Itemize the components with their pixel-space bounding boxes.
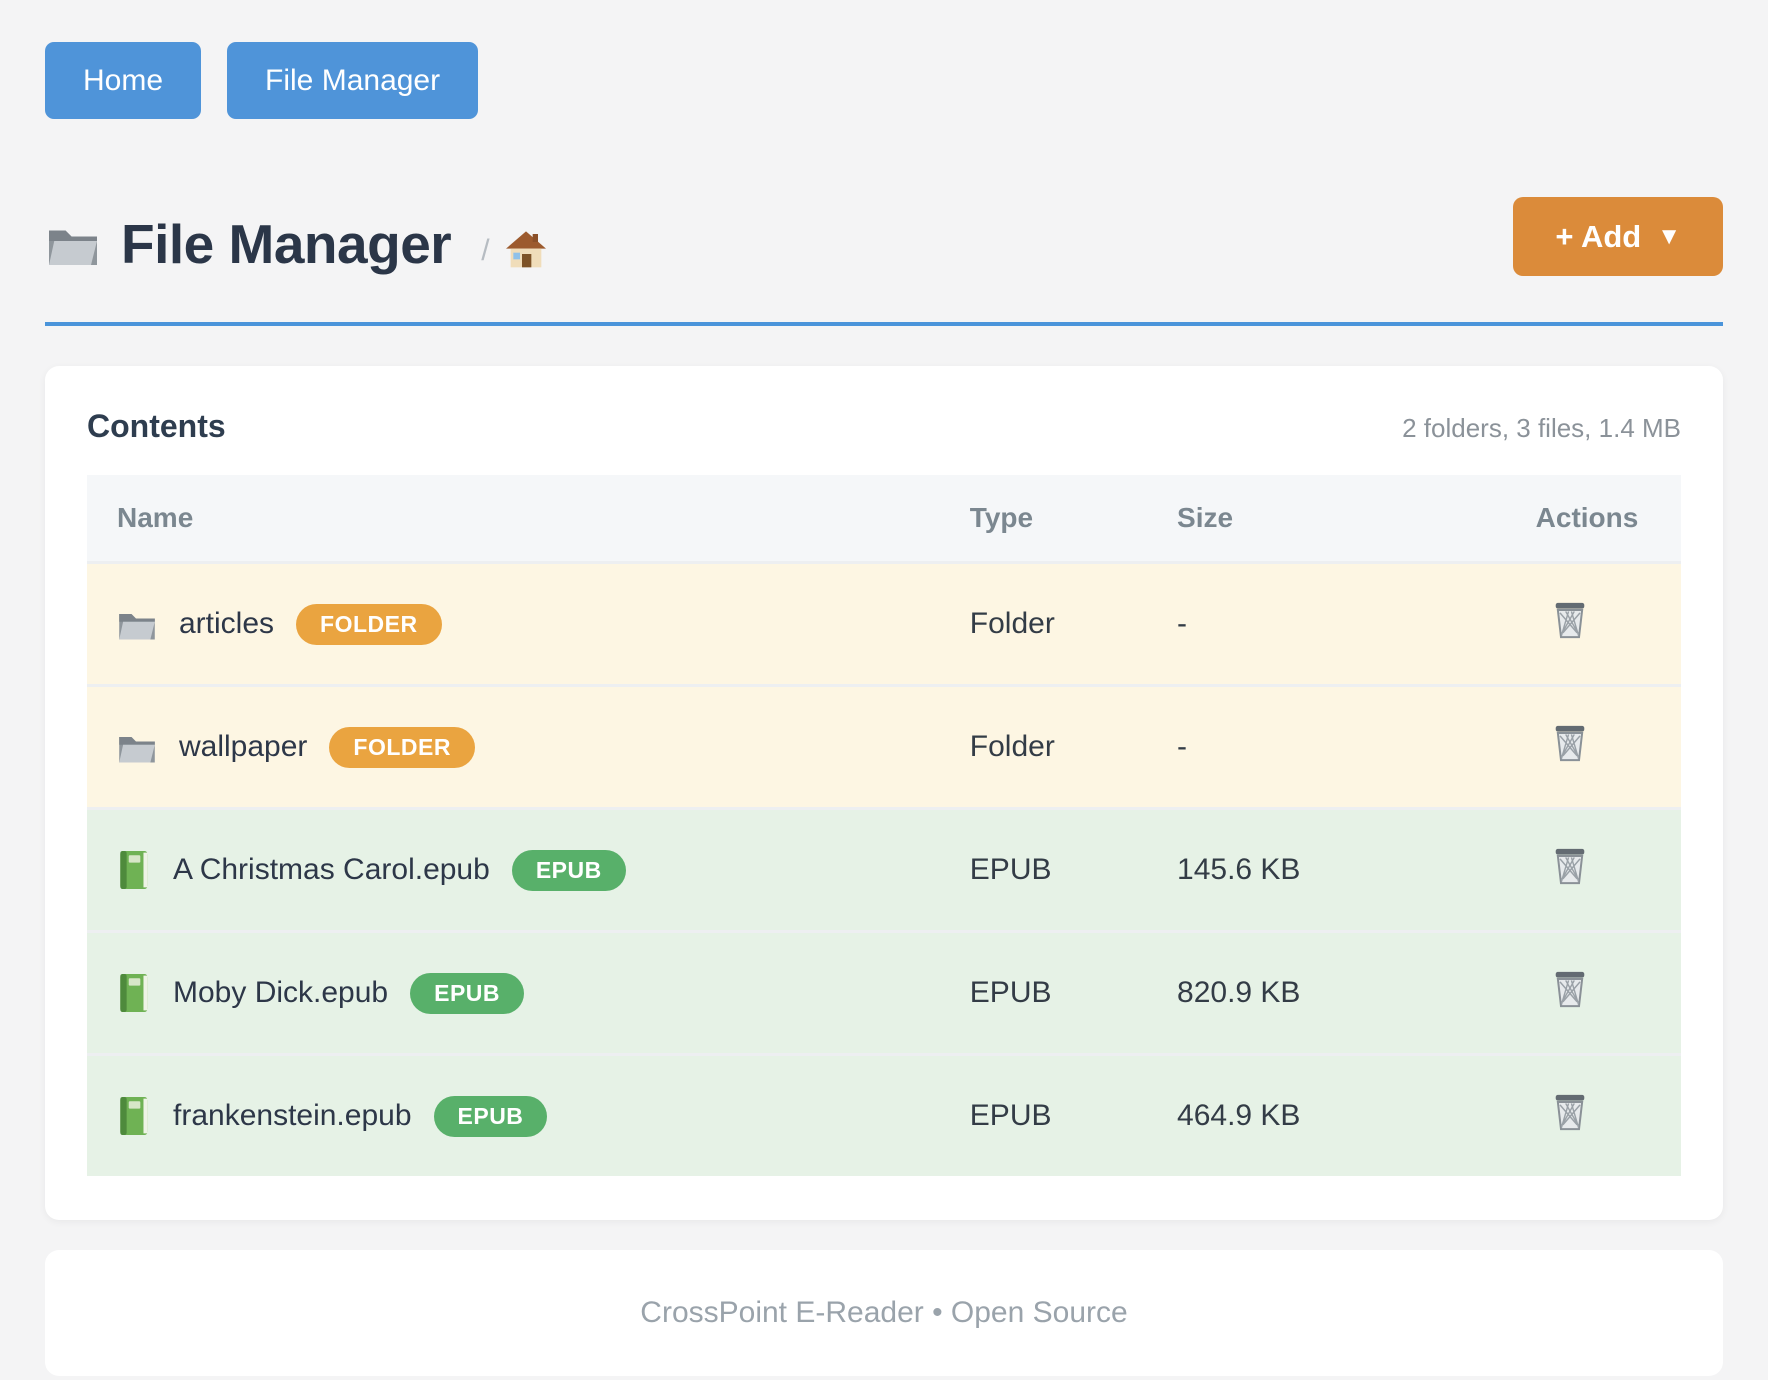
column-header-name: Name — [87, 475, 940, 563]
epub-badge: EPUB — [512, 850, 626, 891]
file-link-frankenstein[interactable]: frankenstein.epub EPUB — [117, 1096, 940, 1137]
delete-button[interactable] — [1552, 969, 1588, 1009]
delete-button[interactable] — [1552, 1092, 1588, 1132]
item-name: A Christmas Carol.epub — [173, 853, 490, 887]
file-manager-page: Home File Manager File Manager / + Add ▼… — [0, 0, 1768, 1376]
table-row-wallpaper: wallpaper FOLDER Folder - — [87, 686, 1681, 809]
item-size: 464.9 KB — [1147, 1055, 1506, 1177]
add-button-label: + Add — [1555, 219, 1641, 255]
trash-icon — [1552, 846, 1588, 886]
file-manager-button[interactable]: File Manager — [227, 42, 478, 119]
trash-icon — [1552, 969, 1588, 1009]
table-row-frankenstein: frankenstein.epub EPUB EPUB 464.9 KB — [87, 1055, 1681, 1177]
folder-icon — [117, 729, 157, 765]
file-table: Name Type Size Actions articles FOLDER — [87, 475, 1681, 1176]
item-name: frankenstein.epub — [173, 1099, 412, 1133]
epub-badge: EPUB — [434, 1096, 548, 1137]
breadcrumb-separator: / — [481, 234, 489, 268]
item-name: Moby Dick.epub — [173, 976, 388, 1010]
column-header-size: Size — [1147, 475, 1506, 563]
column-header-type: Type — [940, 475, 1147, 563]
item-type: EPUB — [940, 932, 1147, 1055]
header-divider — [45, 322, 1723, 326]
item-size: 820.9 KB — [1147, 932, 1506, 1055]
item-size: 145.6 KB — [1147, 809, 1506, 932]
table-row-christmas-carol: A Christmas Carol.epub EPUB EPUB 145.6 K… — [87, 809, 1681, 932]
folder-badge: FOLDER — [296, 604, 442, 645]
item-name: wallpaper — [179, 730, 307, 764]
chevron-down-icon: ▼ — [1657, 223, 1681, 251]
page-header: File Manager / + Add ▼ — [45, 211, 1723, 276]
folder-icon — [45, 220, 101, 268]
top-nav: Home File Manager — [45, 42, 1723, 119]
trash-icon — [1552, 600, 1588, 640]
delete-button[interactable] — [1552, 600, 1588, 640]
trash-icon — [1552, 723, 1588, 763]
table-row-moby-dick: Moby Dick.epub EPUB EPUB 820.9 KB — [87, 932, 1681, 1055]
folder-link-articles[interactable]: articles FOLDER — [117, 604, 940, 645]
file-table-header: Name Type Size Actions — [87, 475, 1681, 563]
book-icon — [117, 973, 151, 1013]
folder-icon — [117, 606, 157, 642]
home-button[interactable]: Home — [45, 42, 201, 119]
contents-summary: 2 folders, 3 files, 1.4 MB — [1402, 413, 1681, 444]
page-title: File Manager — [121, 212, 451, 276]
book-icon — [117, 850, 151, 890]
folder-link-wallpaper[interactable]: wallpaper FOLDER — [117, 727, 940, 768]
add-button[interactable]: + Add ▼ — [1513, 197, 1723, 276]
item-type: Folder — [940, 686, 1147, 809]
footer-text: CrossPoint E-Reader • Open Source — [640, 1296, 1127, 1330]
file-link-christmas-carol[interactable]: A Christmas Carol.epub EPUB — [117, 850, 940, 891]
item-name: articles — [179, 607, 274, 641]
contents-card: Contents 2 folders, 3 files, 1.4 MB Name… — [45, 366, 1723, 1220]
item-type: EPUB — [940, 809, 1147, 932]
item-type: EPUB — [940, 1055, 1147, 1177]
footer: CrossPoint E-Reader • Open Source — [45, 1250, 1723, 1376]
delete-button[interactable] — [1552, 846, 1588, 886]
trash-icon — [1552, 1092, 1588, 1132]
house-icon[interactable] — [504, 230, 548, 270]
table-row-articles: articles FOLDER Folder - — [87, 563, 1681, 686]
item-size: - — [1147, 686, 1506, 809]
folder-badge: FOLDER — [329, 727, 475, 768]
item-size: - — [1147, 563, 1506, 686]
contents-card-header: Contents 2 folders, 3 files, 1.4 MB — [87, 408, 1681, 445]
book-icon — [117, 1096, 151, 1136]
column-header-actions: Actions — [1506, 475, 1681, 563]
file-link-moby-dick[interactable]: Moby Dick.epub EPUB — [117, 973, 940, 1014]
delete-button[interactable] — [1552, 723, 1588, 763]
contents-title: Contents — [87, 408, 226, 445]
item-type: Folder — [940, 563, 1147, 686]
epub-badge: EPUB — [410, 973, 524, 1014]
